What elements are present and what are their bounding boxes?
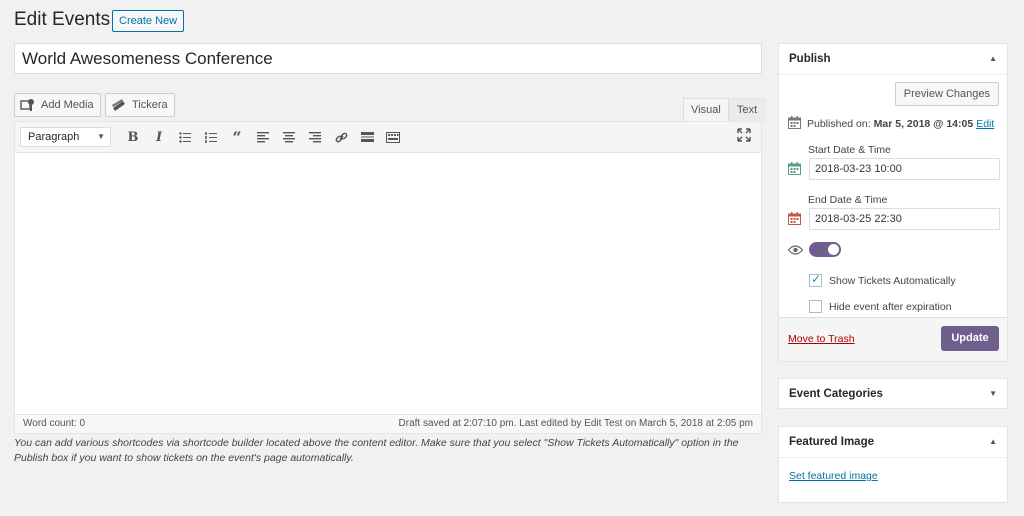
publish-actions: Move to Trash Update	[779, 317, 1007, 361]
add-media-icon	[20, 98, 36, 112]
word-count: Word count: 0	[23, 418, 86, 429]
event-categories-label: Event Categories	[789, 388, 883, 400]
editor-help-text: You can add various shortcodes via short…	[14, 437, 739, 464]
featured-image-header[interactable]: Featured Image ▲	[779, 427, 1007, 458]
toggle-knob	[828, 244, 839, 255]
published-on-label: Published on:	[807, 118, 871, 130]
publish-box: Publish ▲ Preview Changes Published on: …	[778, 43, 1008, 362]
end-date-label: End Date & Time	[808, 194, 888, 206]
format-select-value: Paragraph	[28, 131, 80, 143]
visibility-toggle[interactable]	[809, 242, 841, 257]
chevron-up-icon[interactable]: ▲	[989, 427, 997, 457]
publish-header[interactable]: Publish ▲	[779, 44, 1007, 75]
set-featured-image-link[interactable]: Set featured image	[789, 470, 878, 482]
update-button[interactable]: Update	[941, 326, 999, 351]
show-tickets-row[interactable]: ✓ Show Tickets Automatically	[809, 272, 956, 287]
format-select[interactable]: Paragraph ▼	[20, 127, 111, 147]
tickera-icon	[111, 98, 127, 112]
numbered-list-icon[interactable]	[198, 126, 224, 148]
align-right-icon[interactable]	[302, 126, 328, 148]
start-calendar-icon	[788, 162, 801, 178]
hide-event-row[interactable]: Hide event after expiration	[809, 300, 952, 313]
edit-publish-date-link[interactable]: Edit	[976, 118, 994, 130]
hide-event-checkbox[interactable]	[809, 300, 822, 313]
tickera-button[interactable]: Tickera	[105, 93, 175, 117]
chevron-up-icon[interactable]: ▲	[989, 44, 997, 74]
featured-image-label: Featured Image	[789, 436, 874, 448]
show-tickets-label: Show Tickets Automatically	[829, 274, 956, 287]
event-categories-box: Event Categories ▼	[778, 378, 1008, 409]
end-date-input[interactable]: 2018-03-25 22:30	[809, 208, 1000, 230]
post-title-input[interactable]: World Awesomeness Conference	[14, 43, 762, 74]
add-media-label: Add Media	[41, 99, 94, 111]
editor-toolbar: Paragraph ▼ B I “	[15, 122, 761, 153]
toolbar-toggle-icon[interactable]	[380, 126, 406, 148]
preview-changes-button[interactable]: Preview Changes	[894, 82, 999, 106]
content-editor: Paragraph ▼ B I “ Word count: 0 Draft sa…	[14, 121, 762, 434]
tab-visual[interactable]: Visual	[683, 98, 729, 122]
publish-header-label: Publish	[789, 53, 831, 65]
create-new-button[interactable]: Create New	[112, 10, 185, 32]
start-date-input[interactable]: 2018-03-23 10:00	[809, 158, 1000, 180]
read-more-icon[interactable]	[354, 126, 380, 148]
tab-text[interactable]: Text	[729, 98, 766, 122]
start-date-label: Start Date & Time	[808, 144, 891, 156]
chevron-down-icon: ▼	[97, 132, 105, 141]
editor-status-bar: Word count: 0 Draft saved at 2:07:10 pm.…	[15, 414, 761, 433]
hide-event-label: Hide event after expiration	[829, 300, 952, 313]
show-tickets-checkbox[interactable]: ✓	[809, 272, 822, 287]
event-categories-header[interactable]: Event Categories ▼	[779, 379, 1007, 410]
bold-icon[interactable]: B	[120, 126, 146, 148]
add-media-button[interactable]: Add Media	[14, 93, 101, 117]
link-icon[interactable]	[328, 126, 354, 148]
eye-icon	[787, 244, 804, 258]
tickera-label: Tickera	[132, 99, 168, 111]
align-left-icon[interactable]	[250, 126, 276, 148]
blockquote-icon[interactable]: “	[224, 126, 250, 148]
chevron-down-icon[interactable]: ▼	[989, 379, 997, 409]
page-title: Edit Events	[14, 9, 111, 30]
italic-icon[interactable]: I	[146, 126, 172, 148]
draft-saved-status: Draft saved at 2:07:10 pm. Last edited b…	[398, 418, 753, 429]
published-on-row: Published on: Mar 5, 2018 @ 14:05 Edit	[788, 116, 994, 132]
end-calendar-icon	[788, 212, 801, 228]
align-center-icon[interactable]	[276, 126, 302, 148]
fullscreen-icon[interactable]	[737, 128, 755, 146]
editor-content-area[interactable]	[15, 153, 761, 416]
featured-image-box: Featured Image ▲ Set featured image	[778, 426, 1008, 503]
bullet-list-icon[interactable]	[172, 126, 198, 148]
move-to-trash-link[interactable]: Move to Trash	[788, 333, 855, 345]
calendar-icon	[788, 116, 801, 132]
checkmark-icon: ✓	[811, 272, 822, 286]
published-on-date: Mar 5, 2018 @ 14:05	[873, 118, 974, 130]
